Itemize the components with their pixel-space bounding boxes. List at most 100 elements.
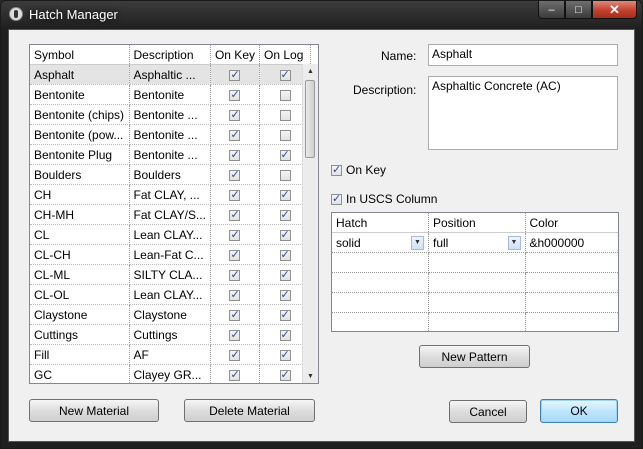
empty-cell[interactable]: [525, 272, 618, 293]
close-button[interactable]: ✕: [592, 1, 637, 19]
maximize-button[interactable]: □: [565, 1, 592, 19]
on-key-checkbox[interactable]: [229, 248, 241, 261]
on-key-checkbox[interactable]: [229, 128, 241, 141]
on-key-checkbox[interactable]: [229, 208, 241, 221]
table-row[interactable]: Boulders Boulders: [30, 164, 311, 185]
materials-scrollbar[interactable]: ▲ ▼: [302, 64, 318, 383]
cancel-button[interactable]: Cancel: [449, 400, 527, 423]
empty-cell[interactable]: [525, 292, 618, 313]
on-key-checkbox[interactable]: [229, 348, 241, 361]
on-log-checkbox[interactable]: [279, 368, 291, 381]
table-row[interactable]: CH Fat CLAY, ...: [30, 184, 311, 205]
table-row[interactable]: CL-CH Lean-Fat C...: [30, 244, 311, 265]
chevron-down-icon[interactable]: ▼: [507, 235, 521, 250]
delete-material-button[interactable]: Delete Material: [184, 399, 315, 422]
empty-cell[interactable]: [428, 272, 526, 293]
empty-cell[interactable]: [428, 292, 526, 313]
description-label: Description:: [353, 83, 417, 97]
color-cell[interactable]: &h000000: [525, 232, 618, 253]
on-log-checkbox[interactable]: [279, 148, 291, 161]
hatch-empty-row[interactable]: [332, 272, 618, 293]
on-key-checkbox[interactable]: [229, 288, 241, 301]
empty-cell[interactable]: [332, 272, 429, 293]
ok-button[interactable]: OK: [540, 399, 618, 423]
on-log-checkbox[interactable]: [279, 288, 291, 301]
on-key-checkbox[interactable]: [229, 268, 241, 281]
table-row[interactable]: Claystone Claystone: [30, 304, 311, 325]
scroll-up-arrow-icon[interactable]: ▲: [303, 64, 318, 78]
position-cell[interactable]: full ▼: [428, 232, 526, 253]
on-key-checkbox[interactable]: [229, 188, 241, 201]
column-header-hatch[interactable]: Hatch: [332, 213, 429, 233]
title-bar[interactable]: Hatch Manager – □ ✕: [1, 1, 642, 28]
on-key-checkbox[interactable]: [229, 68, 241, 81]
column-header-on-key[interactable]: On Key: [210, 45, 261, 65]
empty-cell[interactable]: [428, 252, 526, 273]
new-material-button[interactable]: New Material: [29, 399, 159, 422]
on-key-checkbox[interactable]: [229, 108, 241, 121]
on-log-checkbox[interactable]: [279, 169, 291, 181]
name-input[interactable]: Asphalt: [428, 44, 618, 66]
hatch-row[interactable]: solid ▼ full ▼ &h000000: [332, 232, 618, 253]
empty-cell[interactable]: [525, 312, 618, 331]
empty-cell[interactable]: [525, 252, 618, 273]
on-log-checkbox[interactable]: [279, 308, 291, 321]
column-header-symbol[interactable]: Symbol: [30, 45, 130, 65]
on-key-checkbox[interactable]: [229, 308, 241, 321]
table-row[interactable]: CH-MH Fat CLAY/S...: [30, 204, 311, 225]
on-log-checkbox[interactable]: [279, 348, 291, 361]
materials-grid[interactable]: Symbol Description On Key On Log Asphalt…: [29, 44, 319, 384]
hatch-empty-row[interactable]: [332, 312, 618, 331]
table-row[interactable]: Fill AF: [30, 344, 311, 365]
hatch-grid[interactable]: Hatch Position Color solid ▼ full ▼ &h000000: [331, 212, 619, 332]
hatch-cell[interactable]: solid ▼: [332, 232, 429, 253]
on-log-checkbox[interactable]: [279, 129, 291, 141]
empty-cell[interactable]: [332, 292, 429, 313]
table-row[interactable]: Bentonite (pow... Bentonite ...: [30, 124, 311, 145]
on-log-checkbox[interactable]: [279, 328, 291, 341]
on-log-checkbox[interactable]: [279, 188, 291, 201]
table-row[interactable]: CL-ML SILTY CLA...: [30, 264, 311, 285]
table-row[interactable]: Asphalt Asphaltic ...: [30, 64, 311, 85]
chevron-down-icon[interactable]: ▼: [411, 235, 424, 250]
on-log-checkbox[interactable]: [279, 68, 291, 81]
on-key-checkbox[interactable]: [229, 328, 241, 341]
on-key-checkbox[interactable]: [229, 228, 241, 241]
on-log-checkbox[interactable]: [279, 89, 291, 101]
table-row[interactable]: CL Lean CLAY...: [30, 224, 311, 245]
scroll-down-arrow-icon[interactable]: ▼: [303, 369, 318, 383]
column-header-position[interactable]: Position: [428, 213, 526, 233]
on-key-checkbox[interactable]: [229, 88, 241, 101]
minimize-button[interactable]: –: [538, 1, 565, 19]
table-row[interactable]: CL-OL Lean CLAY...: [30, 284, 311, 305]
on-key-checkbox[interactable]: [229, 368, 241, 381]
column-header-description[interactable]: Description: [129, 45, 211, 65]
on-log-checkbox[interactable]: [279, 208, 291, 221]
scroll-thumb[interactable]: [305, 80, 315, 158]
on-key-checkbox[interactable]: [229, 168, 241, 181]
on-log-checkbox[interactable]: [279, 268, 291, 281]
hatch-empty-row[interactable]: [332, 252, 618, 273]
column-header-on-log[interactable]: On Log: [259, 45, 311, 65]
on-log-checkbox[interactable]: [279, 248, 291, 261]
in-uscs-checkbox[interactable]: [331, 192, 342, 205]
in-uscs-row: In USCS Column: [331, 192, 437, 206]
table-row[interactable]: Bentonite Bentonite: [30, 84, 311, 105]
table-row[interactable]: Cuttings Cuttings: [30, 324, 311, 345]
table-row[interactable]: Bentonite (chips) Bentonite ...: [30, 104, 311, 125]
empty-cell[interactable]: [428, 312, 526, 331]
empty-cell[interactable]: [332, 312, 429, 331]
hatch-empty-row[interactable]: [332, 292, 618, 313]
table-row[interactable]: Bentonite Plug Bentonite ...: [30, 144, 311, 165]
on-key-checkbox[interactable]: [229, 148, 241, 161]
on-log-checkbox[interactable]: [279, 109, 291, 121]
on-log-checkbox[interactable]: [279, 228, 291, 241]
symbol-cell: Bentonite Plug: [30, 144, 130, 165]
description-textarea[interactable]: Asphaltic Concrete (AC): [428, 76, 618, 150]
column-header-color[interactable]: Color: [525, 213, 618, 233]
table-row[interactable]: GC Clayey GR...: [30, 364, 311, 383]
on-key-checkbox[interactable]: [331, 163, 342, 176]
empty-cell[interactable]: [332, 252, 429, 273]
new-pattern-button[interactable]: New Pattern: [419, 345, 530, 368]
on-key-cell: [210, 104, 261, 125]
